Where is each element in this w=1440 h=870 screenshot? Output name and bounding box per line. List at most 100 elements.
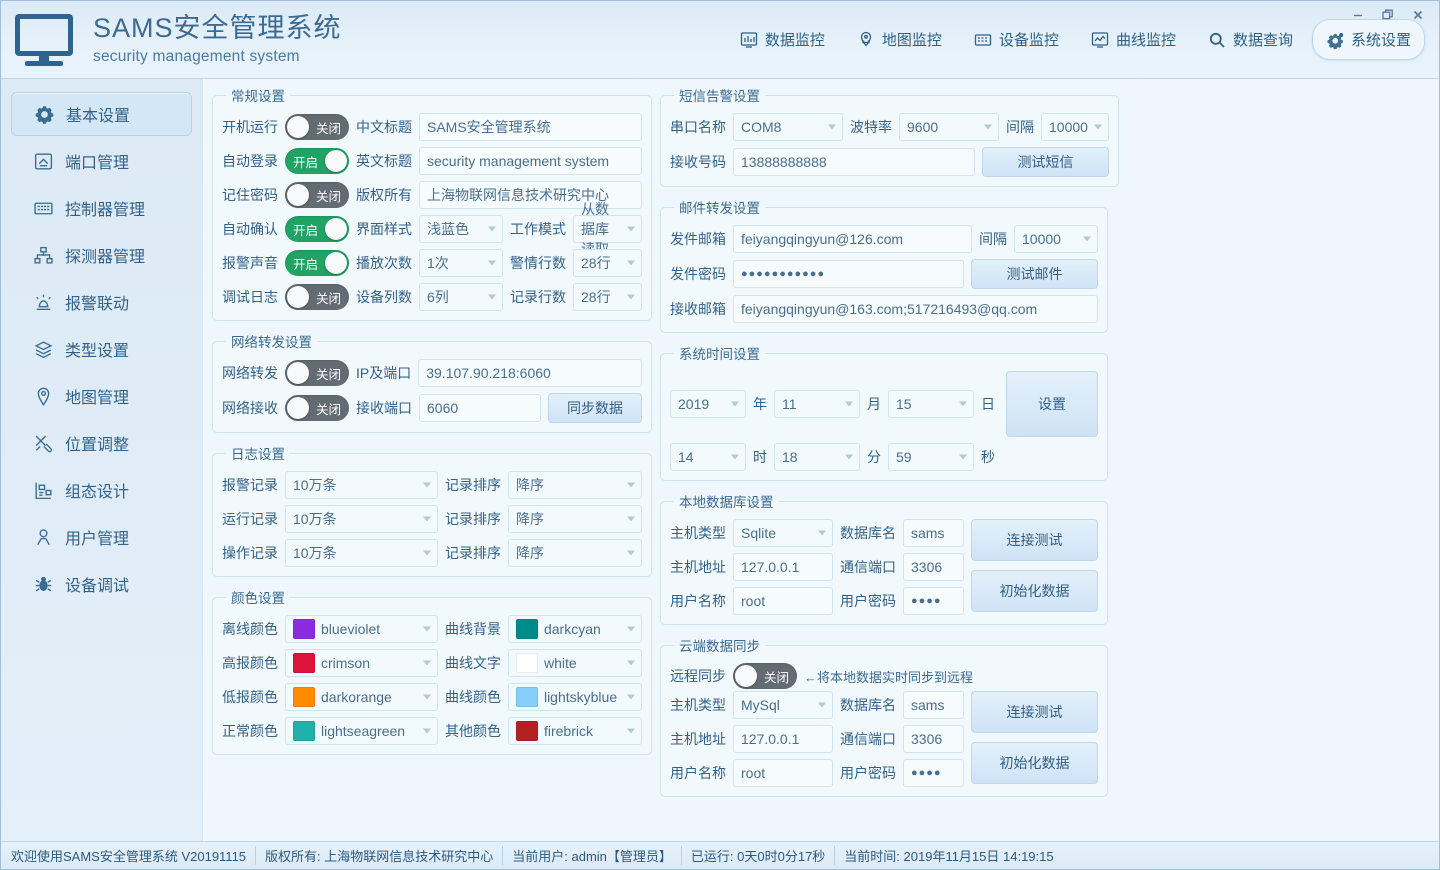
toggle-knob [287, 116, 309, 138]
sidebar-item-position-adjust[interactable]: 位置调整 [11, 421, 192, 465]
boot-run-toggle[interactable]: 关闭 [285, 114, 349, 140]
alarm-log-order-select[interactable]: 降序 [507, 471, 642, 499]
alarm-sound-toggle[interactable]: 开启 [285, 250, 349, 276]
alarm-rows-select[interactable]: 28行 [573, 249, 642, 277]
curve-color-select[interactable]: lightskyblue [507, 683, 642, 711]
sidebar-item-controller-management[interactable]: 控制器管理 [11, 186, 192, 230]
row-normal-color: 正常颜色 lightseagreen 其他颜色 firebrick [222, 717, 642, 745]
remote-sync-toggle[interactable]: 关闭 [733, 663, 797, 689]
cloud-db-port-input[interactable]: 3306 [903, 725, 964, 753]
ip-port-input[interactable]: 39.107.90.218:6060 [418, 359, 642, 387]
cloud-user-input[interactable]: root [733, 759, 833, 787]
log-settings-legend: 日志设置 [231, 447, 285, 462]
row-run-log: 运行记录 10万条 记录排序 降序 [222, 505, 642, 533]
cloud-user-label: 用户名称 [670, 765, 726, 781]
year-select[interactable]: 2019 [670, 390, 746, 418]
nav-item-data-monitor[interactable]: 数据监控 [727, 20, 838, 59]
local-host-addr-input[interactable]: 127.0.0.1 [733, 553, 833, 581]
local-connection-test-button[interactable]: 连接测试 [971, 519, 1098, 561]
sender-password-input[interactable]: ●●●●●●●●●●● [733, 260, 964, 288]
run-log-order-select[interactable]: 降序 [507, 505, 642, 533]
operation-log-count-select[interactable]: 10万条 [285, 539, 438, 567]
day-select[interactable]: 15 [888, 390, 974, 418]
set-time-button[interactable]: 设置 [1006, 371, 1098, 437]
sidebar-item-device-debug[interactable]: 设备调试 [11, 562, 192, 606]
sidebar-item-basic-settings[interactable]: 基本设置 [11, 92, 192, 136]
debug-log-toggle[interactable]: 关闭 [285, 284, 349, 310]
maximize-button[interactable] [1375, 4, 1401, 26]
minute-select[interactable]: 18 [774, 443, 860, 471]
local-pass-input[interactable]: ●●●● [903, 587, 964, 615]
title-en-input[interactable]: security management system [419, 147, 642, 175]
hour-value: 14 [678, 449, 694, 465]
offline-color-select[interactable]: blueviolet [285, 615, 438, 643]
play-count-select[interactable]: 1次 [419, 249, 503, 277]
minimize-button[interactable] [1345, 4, 1371, 26]
receive-number-input[interactable]: 13888888888 [733, 148, 975, 176]
local-user-input[interactable]: root [733, 587, 833, 615]
sidebar-item-detector-management[interactable]: 探测器管理 [11, 233, 192, 277]
other-color-select[interactable]: firebrick [507, 717, 642, 745]
curve-text-select[interactable]: white [507, 649, 642, 677]
cloud-init-data-button[interactable]: 初始化数据 [971, 742, 1098, 784]
network-forward-toggle[interactable]: 关闭 [285, 360, 349, 386]
record-rows-select[interactable]: 28行 [573, 283, 642, 311]
sidebar-item-map-management[interactable]: 地图管理 [11, 374, 192, 418]
test-email-button[interactable]: 测试邮件 [971, 259, 1098, 289]
close-button[interactable] [1405, 4, 1431, 26]
play-count-label: 播放次数 [356, 255, 412, 271]
high-alarm-color-label: 高报颜色 [222, 655, 278, 671]
sidebar-item-user-management[interactable]: 用户管理 [11, 515, 192, 559]
sidebar-item-port-management[interactable]: 端口管理 [11, 139, 192, 183]
alarm-rows-value: 28行 [581, 255, 611, 271]
cloud-connection-test-button[interactable]: 连接测试 [971, 691, 1098, 733]
auto-login-toggle[interactable]: 开启 [285, 148, 349, 174]
local-db-port-input[interactable]: 3306 [903, 553, 964, 581]
row-high-alarm-color: 高报颜色 crimson 曲线文字 white [222, 649, 642, 677]
toggle-text: 关闭 [315, 367, 341, 382]
operation-log-order-select[interactable]: 降序 [507, 539, 642, 567]
sync-data-button[interactable]: 同步数据 [548, 393, 642, 423]
cloud-host-type-select[interactable]: MySql [733, 691, 833, 719]
alarm-log-count-select[interactable]: 10万条 [285, 471, 438, 499]
app-title-en: security management system [93, 47, 300, 65]
local-init-data-button[interactable]: 初始化数据 [971, 570, 1098, 612]
auto-login-label: 自动登录 [222, 153, 278, 169]
low-alarm-color-select[interactable]: darkorange [285, 683, 438, 711]
local-db-name-input[interactable]: sams [903, 519, 964, 547]
title-cn-input[interactable]: SAMS安全管理系统 [419, 113, 642, 141]
cloud-host-addr-input[interactable]: 127.0.0.1 [733, 725, 833, 753]
receiver-email-input[interactable]: feiyangqingyun@163.com;517216493@qq.com [733, 295, 1098, 323]
cloud-pass-input[interactable]: ●●●● [903, 759, 964, 787]
normal-color-select[interactable]: lightseagreen [285, 717, 438, 745]
baud-rate-select[interactable]: 9600 [899, 113, 999, 141]
cloud-db-name-input[interactable]: sams [903, 691, 964, 719]
month-select[interactable]: 11 [774, 390, 860, 418]
ui-style-select[interactable]: 浅蓝色 [419, 215, 503, 243]
auto-confirm-toggle[interactable]: 开启 [285, 216, 349, 242]
nav-item-map-monitor[interactable]: 地图监控 [844, 20, 955, 59]
curve-bg-select[interactable]: darkcyan [507, 615, 642, 643]
hour-select[interactable]: 14 [670, 443, 746, 471]
sidebar-item-alarm-linkage[interactable]: 报警联动 [11, 280, 192, 324]
run-log-count-select[interactable]: 10万条 [285, 505, 438, 533]
sidebar-item-configuration-design[interactable]: 组态设计 [11, 468, 192, 512]
serial-port-select[interactable]: COM8 [733, 113, 843, 141]
nav-item-device-monitor[interactable]: 设备监控 [961, 20, 1072, 59]
local-host-type-select[interactable]: Sqlite [733, 519, 833, 547]
nav-item-data-query[interactable]: 数据查询 [1195, 20, 1306, 59]
sender-email-input[interactable]: feiyangqingyun@126.com [733, 225, 972, 253]
high-alarm-color-select[interactable]: crimson [285, 649, 438, 677]
device-columns-select[interactable]: 6列 [419, 283, 503, 311]
remember-password-toggle[interactable]: 关闭 [285, 182, 349, 208]
local-user-label: 用户名称 [670, 593, 726, 609]
nav-item-curve-monitor[interactable]: 曲线监控 [1078, 20, 1189, 59]
network-receive-toggle[interactable]: 关闭 [285, 395, 349, 421]
sidebar-item-type-settings[interactable]: 类型设置 [11, 327, 192, 371]
work-mode-select[interactable]: 从数据库读取 [573, 201, 642, 257]
receive-port-input[interactable]: 6060 [419, 394, 541, 422]
sms-interval-select[interactable]: 10000 [1041, 113, 1109, 141]
email-interval-select[interactable]: 10000 [1014, 225, 1098, 253]
test-sms-button[interactable]: 测试短信 [981, 147, 1109, 177]
second-select[interactable]: 59 [888, 443, 974, 471]
